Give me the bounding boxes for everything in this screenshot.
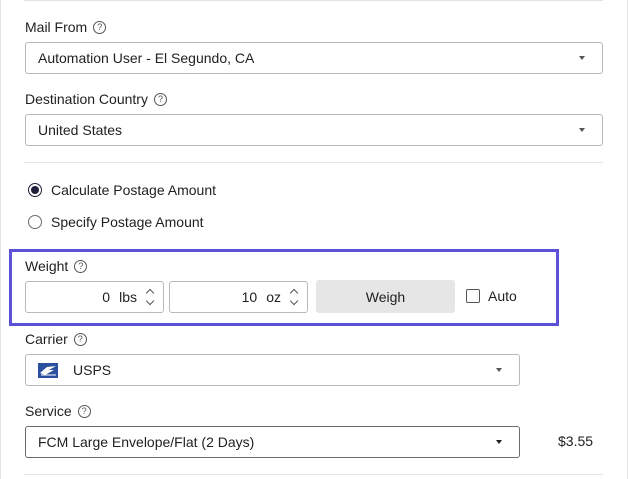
section-divider xyxy=(24,162,603,163)
carrier-value: USPS xyxy=(73,362,112,378)
calculate-postage-option[interactable]: Calculate Postage Amount xyxy=(28,182,216,198)
chevron-down-icon xyxy=(496,440,502,444)
weight-lbs-value: 0 xyxy=(102,289,111,305)
destination-country-select[interactable]: United States xyxy=(25,114,603,146)
chevron-down-icon xyxy=(579,56,585,60)
calculate-postage-label: Calculate Postage Amount xyxy=(51,182,216,198)
weight-label-text: Weight xyxy=(25,258,69,274)
weight-lbs-input[interactable]: 0 lbs xyxy=(25,281,164,313)
service-price: $3.55 xyxy=(558,433,594,449)
weight-lbs-unit: lbs xyxy=(119,289,137,305)
carrier-select[interactable]: USPS xyxy=(25,354,520,386)
stepper-icon[interactable] xyxy=(145,288,155,306)
service-label: Service ? xyxy=(25,403,91,419)
service-value: FCM Large Envelope/Flat (2 Days) xyxy=(38,434,255,450)
chevron-down-icon xyxy=(579,128,585,132)
specify-postage-option[interactable]: Specify Postage Amount xyxy=(28,214,204,230)
help-icon[interactable]: ? xyxy=(74,259,88,273)
weight-label: Weight ? xyxy=(25,258,88,274)
help-icon[interactable]: ? xyxy=(93,20,107,34)
mail-from-label: Mail From ? xyxy=(25,19,107,35)
help-icon[interactable]: ? xyxy=(73,332,87,346)
help-icon[interactable]: ? xyxy=(153,92,167,106)
help-icon[interactable]: ? xyxy=(77,404,91,418)
destination-country-label-text: Destination Country xyxy=(25,91,148,107)
stepper-icon[interactable] xyxy=(289,288,299,306)
mail-from-value: Automation User - El Segundo, CA xyxy=(38,50,255,66)
carrier-label-text: Carrier xyxy=(25,331,68,347)
calculate-postage-radio[interactable] xyxy=(28,183,42,197)
destination-country-label: Destination Country ? xyxy=(25,91,167,107)
service-label-text: Service xyxy=(25,403,72,419)
bottom-divider xyxy=(24,474,603,475)
left-divider xyxy=(0,0,1,479)
mail-from-label-text: Mail From xyxy=(25,19,88,35)
auto-label: Auto xyxy=(488,288,517,304)
mail-from-select[interactable]: Automation User - El Segundo, CA xyxy=(25,42,603,74)
right-divider xyxy=(627,0,628,479)
weigh-button[interactable]: Weigh xyxy=(316,280,455,313)
auto-weigh-option[interactable]: Auto xyxy=(466,288,517,304)
destination-country-value: United States xyxy=(38,122,123,138)
specify-postage-radio[interactable] xyxy=(28,215,42,229)
weight-oz-unit: oz xyxy=(266,289,281,305)
weight-oz-value: 10 xyxy=(241,289,258,305)
postage-form: Mail From ? Automation User - El Segundo… xyxy=(0,0,629,479)
usps-eagle-icon xyxy=(38,362,58,378)
top-divider xyxy=(24,0,603,1)
carrier-label: Carrier ? xyxy=(25,331,87,347)
specify-postage-label: Specify Postage Amount xyxy=(51,214,204,230)
service-select[interactable]: FCM Large Envelope/Flat (2 Days) xyxy=(25,426,520,458)
chevron-down-icon xyxy=(496,368,502,372)
auto-checkbox[interactable] xyxy=(466,289,480,303)
weight-oz-input[interactable]: 10 oz xyxy=(169,281,308,313)
